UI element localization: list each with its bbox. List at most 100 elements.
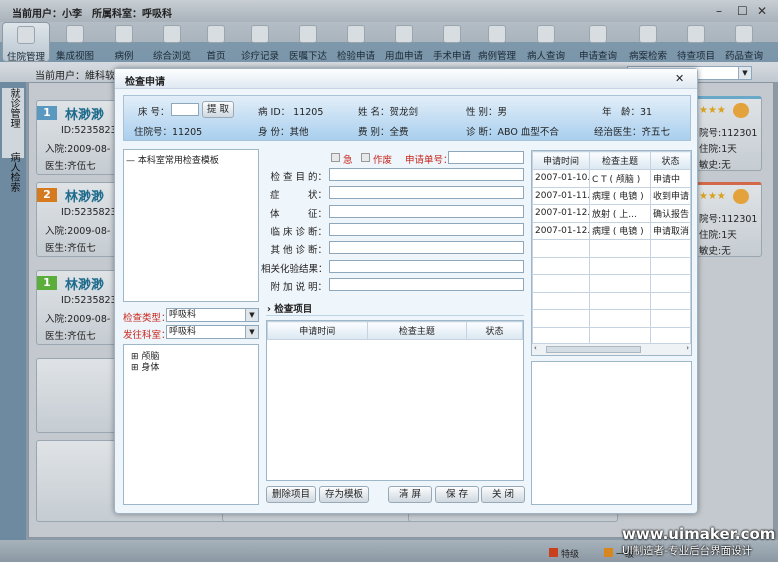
fetch-button[interactable]: 提 取 (202, 101, 234, 118)
document-icon (639, 25, 657, 43)
table-row[interactable] (532, 239, 691, 258)
admit-date: 入院:2009-08- (45, 226, 111, 237)
urgent-checkbox[interactable] (331, 153, 340, 162)
table-row[interactable] (532, 256, 691, 275)
table-row[interactable] (532, 291, 691, 310)
admit-date: 入院:2009-08- (45, 144, 111, 155)
nav-tab-search[interactable]: 病人检索 (2, 152, 24, 222)
toolbar-button-4[interactable]: 首页 (192, 22, 240, 62)
field-label: 体 征： (269, 208, 327, 220)
table-row[interactable]: 2007-01-12. 病理 ( 电镜 ) 申请取消 (532, 221, 691, 240)
table-cell: 病理 ( 电镜 ) (589, 186, 651, 205)
toolbar-button-2[interactable]: 病例 (100, 22, 148, 62)
delete-item-button[interactable]: 删除项目 (266, 486, 316, 503)
table-row[interactable]: 2007-01-11. 病理 ( 电镜 ) 收到申请 (532, 186, 691, 205)
nav-tab-label: 就诊管理 (8, 88, 19, 128)
toolbar-label: 医嘱下达 (288, 51, 327, 62)
void-checkbox[interactable] (361, 153, 370, 162)
table-row[interactable] (532, 274, 691, 293)
toolbar-button-0[interactable]: 住院管理 (2, 22, 50, 63)
column-header[interactable]: 检查主题 (589, 151, 651, 170)
horizontal-scrollbar[interactable]: ‹ › (532, 343, 691, 355)
dialog-close-icon[interactable]: ✕ (675, 72, 684, 85)
chevron-down-icon: ▼ (738, 67, 751, 79)
table-row[interactable]: 2007-01-12. 放射 ( 上... 确认报告 (532, 204, 691, 223)
avatar-icon (733, 189, 749, 204)
toolbar-button-12[interactable]: 申请查询 (574, 22, 622, 62)
save-template-button[interactable]: 存为模板 (319, 486, 369, 503)
toolbar-button-13[interactable]: 病案检索 (624, 22, 672, 62)
exam-type-value: 呼吸科 (169, 310, 197, 320)
star-rating: ★★★ (699, 105, 726, 116)
clear-button[interactable]: 清 屏 (388, 486, 432, 503)
nav-tab-visit[interactable]: 就诊管理 (2, 88, 24, 158)
dept-select[interactable]: 呼吸科 ▼ (166, 325, 259, 339)
field-input-2[interactable] (329, 204, 524, 218)
toolbar-button-11[interactable]: 病人查询 (522, 22, 570, 62)
table-row[interactable] (532, 326, 691, 345)
legend-swatch (604, 548, 613, 557)
patient-id: ID:5235823 (61, 207, 117, 218)
toolbar-label: 手术申请 (432, 51, 471, 62)
table-cell (650, 274, 691, 293)
close-dialog-button[interactable]: 关 闭 (481, 486, 525, 503)
scroll-right-icon[interactable]: › (686, 344, 689, 352)
toolbar-label: 病例 (114, 51, 134, 62)
exam-type-select[interactable]: 呼吸科 ▼ (166, 308, 259, 322)
toolbar-button-14[interactable]: 待查项目 (672, 22, 720, 62)
scrollbar-thumb[interactable] (546, 346, 641, 353)
table-cell: 申请取消 (650, 221, 691, 240)
field-input-4[interactable] (329, 241, 524, 255)
priority-badge: 1 (37, 276, 57, 290)
close-button[interactable]: ✕ (757, 4, 767, 18)
dialog-title: 检查申请 (125, 77, 165, 88)
tree-node-label: 身体 (141, 363, 160, 373)
tree-node-body[interactable]: ⊞ 身体 (131, 360, 159, 373)
column-header[interactable]: 申请时间 (267, 321, 368, 340)
column-header[interactable]: 检查主题 (366, 321, 468, 340)
table-cell: 2007-01-11. (532, 186, 590, 205)
toolbar-button-15[interactable]: 药品查询 (720, 22, 768, 62)
allergy-history: 敏史:无 (699, 246, 731, 257)
scroll-left-icon[interactable]: ‹ (534, 344, 537, 352)
field-label: 附 加 说 明： (270, 281, 327, 293)
bed-input[interactable] (171, 103, 199, 116)
table-cell (532, 309, 590, 328)
toolbar-button-8[interactable]: 用血申请 (380, 22, 428, 62)
table-cell (532, 274, 590, 293)
column-header[interactable]: 状态 (466, 321, 523, 340)
table-row[interactable] (532, 309, 691, 328)
minimize-button[interactable]: – (716, 4, 722, 18)
items-title: 检查项目 (274, 304, 313, 315)
document-icon (299, 25, 317, 43)
request-number-input[interactable] (448, 151, 524, 164)
priority-badge: 1 (37, 106, 57, 120)
toolbar-button-9[interactable]: 手术申请 (428, 22, 476, 62)
save-button[interactable]: 保 存 (435, 486, 479, 503)
toolbar-button-10[interactable]: 病例管理 (473, 22, 521, 62)
field-input-5[interactable] (329, 259, 524, 273)
tree-node-template[interactable]: — 本科室常用检查模板 (126, 153, 219, 166)
toolbar-button-5[interactable]: 诊疗记录 (236, 22, 284, 62)
toolbar-label: 申请查询 (578, 51, 617, 62)
field-input-3[interactable] (329, 222, 524, 236)
toolbar-button-6[interactable]: 医嘱下达 (284, 22, 332, 62)
toolbar-button-7[interactable]: 检验申请 (332, 22, 380, 62)
table-cell (650, 239, 691, 258)
field-input-1[interactable] (329, 186, 524, 200)
toolbar-button-1[interactable]: 集成视图 (51, 22, 99, 62)
dept-value: 呼吸科 (169, 327, 197, 337)
column-header[interactable]: 状态 (650, 151, 691, 170)
table-cell: 2007-01-12. (532, 221, 590, 240)
table-row[interactable]: 2007-01-10. C T ( 颅脑 ) 申请中 (532, 169, 691, 188)
field-label: 症 状： (269, 190, 327, 202)
column-header[interactable]: 申请时间 (532, 151, 590, 170)
field-input-6[interactable] (329, 277, 524, 291)
patient-name: 林渺渺 (65, 108, 105, 123)
maximize-button[interactable]: ☐ (737, 4, 748, 18)
patient-id: ID:5235823 (61, 295, 117, 306)
window-title: 当前用户：小李 所属科室：呼吸科 (12, 9, 172, 20)
field-input-0[interactable] (329, 168, 524, 181)
table-cell (589, 239, 651, 258)
toolbar-button-3[interactable]: 综合浏览 (148, 22, 196, 62)
